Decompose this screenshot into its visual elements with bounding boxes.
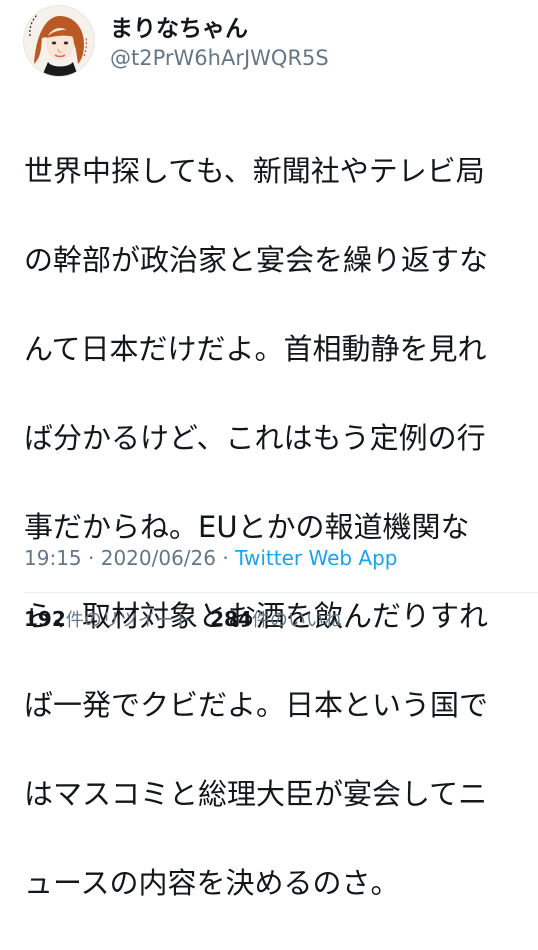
display-name[interactable]: まりなちゃん <box>110 15 248 43</box>
meta-separator: · <box>81 546 101 570</box>
meta-separator: · <box>216 546 236 570</box>
retweet-count: 192 <box>24 607 66 631</box>
tweet-time[interactable]: 19:15 <box>24 546 82 570</box>
like-count: 284 <box>210 607 252 631</box>
tweet-text-line: ば分かるけど、これはもう定例の行 <box>24 420 486 455</box>
tweet-text-line: ば一発でクビだよ。日本という国で <box>24 687 489 722</box>
tweet-metadata: 19:15 · 2020/06/26 · Twitter Web App <box>24 544 524 572</box>
tweet-text-line: の幹部が政治家と宴会を繰り返すな <box>24 242 489 277</box>
tweet-text: 世界中探しても、新聞社やテレビ局 の幹部が政治家と宴会を繰り返すな んて日本だけ… <box>24 104 522 950</box>
engagement-stats: 192件のリツイート 284件のいいね <box>24 604 354 634</box>
like-count-link[interactable]: 284件のいいね <box>210 604 342 636</box>
tweet-source-link[interactable]: Twitter Web App <box>235 546 397 570</box>
tweet-header: まりなちゃん @t2PrW6hArJWQR5S <box>0 0 538 92</box>
tweet-text-line: ュースの内容を決めるのさ。 <box>24 865 400 900</box>
tweet-date[interactable]: 2020/06/26 <box>101 546 216 570</box>
tweet-text-line: 事だからね。EUとかの報道機関な <box>24 509 470 544</box>
portrait-illustration-icon <box>24 6 94 76</box>
tweet-text-line: はマスコミと総理大臣が宴会してニ <box>24 776 488 811</box>
avatar[interactable] <box>24 6 94 76</box>
username-handle[interactable]: @t2PrW6hArJWQR5S <box>110 45 329 71</box>
tweet-text-line: 世界中探しても、新聞社やテレビ局 <box>24 153 485 188</box>
divider <box>24 592 538 593</box>
tweet-text-line: んて日本だけだよ。首相動静を見れ <box>24 331 487 366</box>
like-label: 件のいいね <box>251 610 342 631</box>
retweet-count-link[interactable]: 192件のリツイート <box>24 604 192 636</box>
retweet-label: 件のリツイート <box>65 610 192 631</box>
